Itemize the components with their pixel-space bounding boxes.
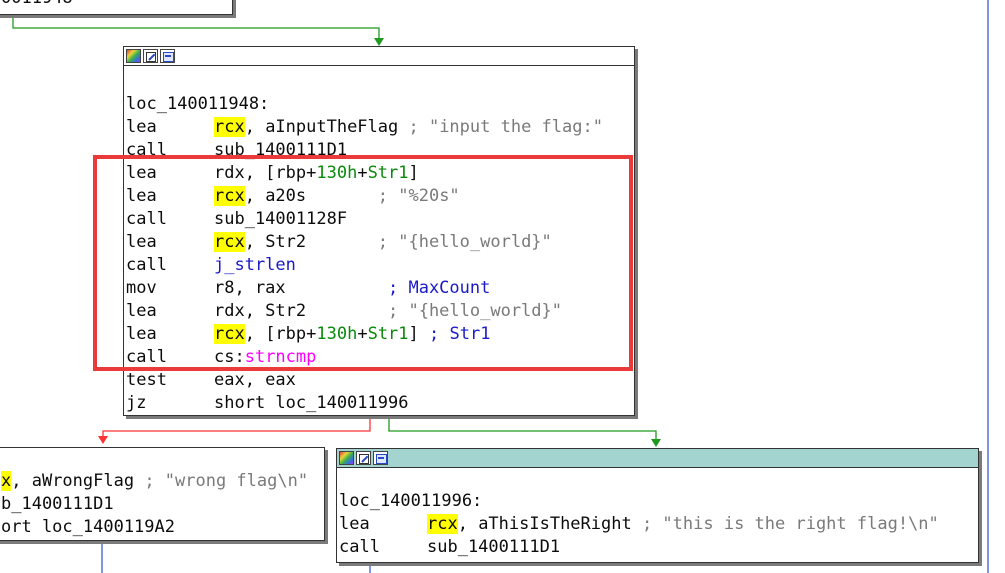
mnemonic: test: [126, 370, 167, 390]
register-highlight[interactable]: rcx: [214, 117, 245, 137]
mnemonic: lea: [339, 514, 370, 534]
operand[interactable]: , aThisIsTheRight: [458, 514, 642, 534]
graph-overview-icon[interactable]: [373, 451, 388, 465]
edge-false: [102, 417, 371, 438]
block-label[interactable]: loc_140011996:: [339, 490, 978, 513]
right-flag-block[interactable]: loc_140011996: lea rcx, aThisIsTheRight ;…: [336, 448, 979, 563]
right-block-header: [337, 449, 978, 468]
asm-line[interactable]: lea rcx, aInputTheFlag ; "input the flag:…: [126, 116, 634, 139]
rename-icon[interactable]: [356, 451, 371, 465]
operand[interactable]: sub_1400111D1: [427, 537, 560, 557]
edge-true: [388, 417, 657, 441]
main-block-header: [124, 47, 634, 66]
asm-line[interactable]: test eax, eax: [126, 369, 634, 392]
mnemonic: call: [339, 537, 380, 557]
comment: ; "this is the right flag!\n": [641, 514, 939, 534]
color-palette-icon[interactable]: [126, 49, 141, 63]
register-highlight[interactable]: x: [1, 471, 12, 491]
prev-block-text: 0011948: [0, 0, 232, 10]
edge-true-arrow: [651, 439, 661, 447]
asm-line[interactable]: b_1400111D1: [1, 493, 324, 516]
asm-line[interactable]: lea rcx, aThisIsTheRight ; "this is the r…: [339, 513, 978, 536]
graph-overview-icon[interactable]: [160, 49, 175, 63]
operand[interactable]: short loc_140011996: [214, 393, 408, 413]
operand[interactable]: , aInputTheFlag: [245, 117, 399, 137]
comment: ; "wrong flag\n": [144, 471, 309, 491]
color-palette-icon[interactable]: [339, 451, 354, 465]
annotation-highlight-box: [93, 155, 633, 371]
asm-line[interactable]: x, aWrongFlag ; "wrong flag\n": [1, 470, 324, 493]
operand[interactable]: eax, eax: [214, 370, 296, 390]
mnemonic: lea: [126, 117, 157, 137]
wrong-flag-block[interactable]: x, aWrongFlag ; "wrong flag\n" b_1400111…: [0, 447, 325, 541]
asm-line[interactable]: call sub_1400111D1: [339, 536, 978, 559]
prev-block-stub[interactable]: 0011948: [0, 0, 233, 15]
asm-line[interactable]: jz short loc_140011996: [126, 392, 634, 415]
rename-icon[interactable]: [143, 49, 158, 63]
operand[interactable]: , aWrongFlag: [11, 471, 144, 491]
register-highlight[interactable]: rcx: [427, 514, 458, 534]
edge-into-main-arrow: [374, 38, 384, 46]
asm-line[interactable]: ort loc_1400119A2: [1, 516, 324, 539]
block-label[interactable]: loc_140011948:: [126, 93, 634, 116]
operand[interactable]: ort loc_1400119A2: [1, 517, 175, 537]
comment: ; "input the flag:": [398, 117, 603, 137]
ida-graph-canvas[interactable]: 0011948 loc_140011948: learcx, aInputThe…: [0, 0, 1005, 573]
edge-false-arrow: [98, 436, 108, 444]
edge-into-main: [12, 16, 380, 40]
operand[interactable]: b_1400111D1: [1, 494, 114, 514]
mnemonic: jz: [126, 393, 147, 413]
